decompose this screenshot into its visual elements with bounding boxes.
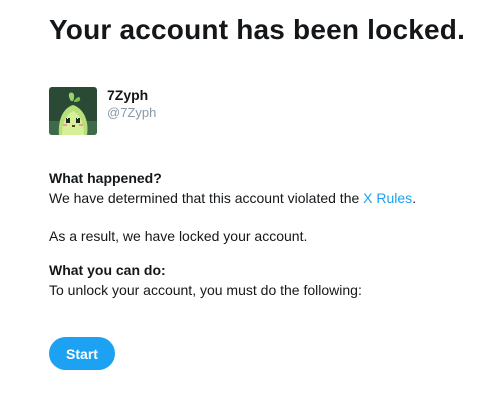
locked-account-page: Your account has been locked. 7Zyph @7Zy…	[0, 0, 488, 403]
what-happened-heading: What happened?	[49, 170, 162, 186]
account-names: 7Zyph @7Zyph	[107, 87, 156, 121]
green-leaf-character-icon	[49, 87, 97, 135]
what-happened-text-after: .	[412, 190, 417, 206]
display-name: 7Zyph	[107, 87, 149, 103]
what-you-can-do-heading: What you can do:	[49, 262, 166, 278]
result-text: As a result, we have locked your account…	[49, 228, 308, 244]
what-happened-text: We have determined that this account vio…	[49, 188, 416, 208]
start-button[interactable]: Start	[49, 337, 115, 370]
x-rules-link[interactable]: X Rules	[363, 190, 412, 206]
what-happened-text-before: We have determined that this account vio…	[49, 190, 364, 206]
account-handle: @7Zyph	[107, 105, 157, 120]
avatar	[49, 87, 97, 135]
what-you-can-do-section: What you can do: To unlock your account,…	[49, 260, 362, 300]
page-title: Your account has been locked.	[49, 14, 466, 45]
what-happened-section: What happened? We have determined that t…	[49, 168, 416, 208]
what-you-can-do-text: To unlock your account, you must do the …	[49, 282, 362, 298]
account-card: 7Zyph @7Zyph	[49, 87, 156, 135]
